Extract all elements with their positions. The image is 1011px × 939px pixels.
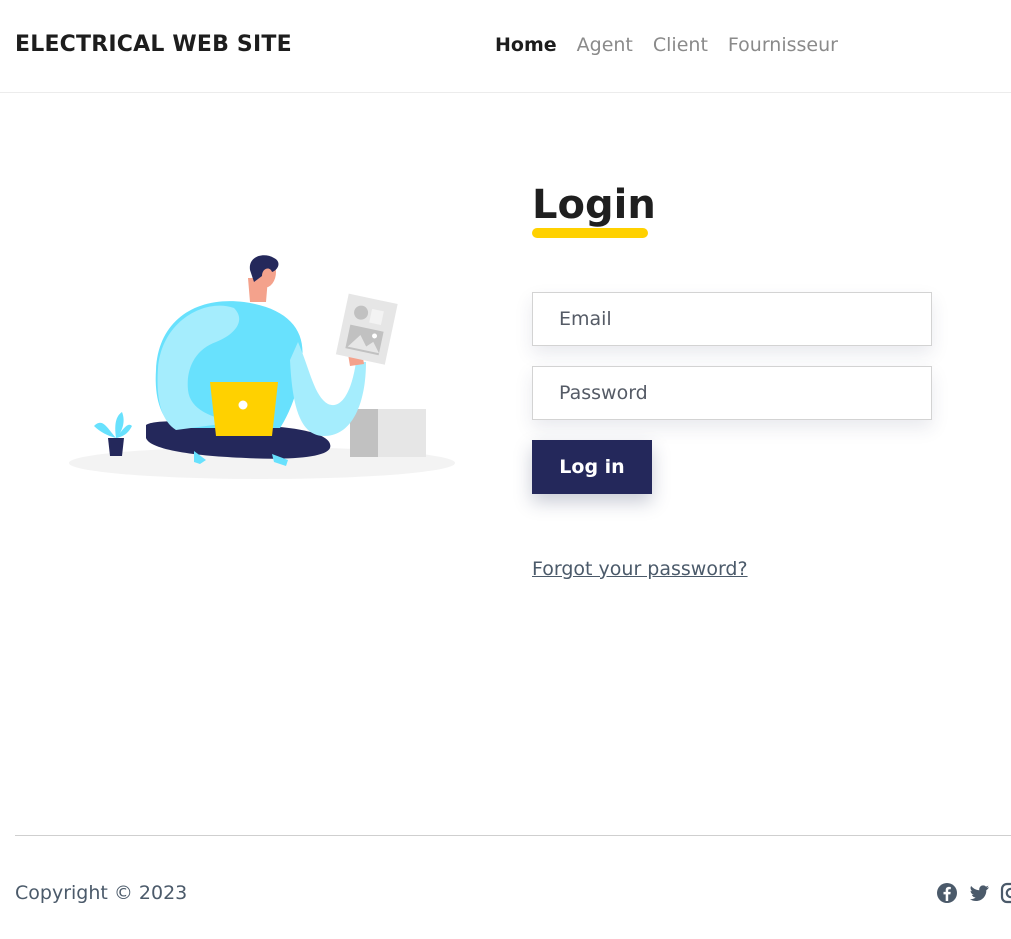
login-button[interactable]: Log in (532, 440, 652, 494)
person-with-laptop-illustration (66, 250, 458, 485)
social-links (936, 882, 1011, 904)
site-brand[interactable]: ELECTRICAL WEB SITE (15, 32, 292, 57)
twitter-icon[interactable] (968, 882, 990, 904)
title-underline-accent (532, 228, 648, 238)
nav-agent[interactable]: Agent (577, 34, 633, 56)
copyright-text: Copyright © 2023 (15, 882, 188, 904)
forgot-password-link[interactable]: Forgot your password? (532, 558, 748, 580)
instagram-icon[interactable] (1000, 882, 1011, 904)
nav-home[interactable]: Home (495, 34, 557, 56)
footer-divider (15, 835, 1011, 836)
login-title: Login (532, 182, 656, 228)
password-input[interactable] (532, 366, 932, 420)
main-nav: Home Agent Client Fournisseur (495, 34, 838, 56)
nav-client[interactable]: Client (653, 34, 708, 56)
site-header: ELECTRICAL WEB SITE Home Agent Client Fo… (0, 0, 1011, 93)
email-input[interactable] (532, 292, 932, 346)
facebook-icon[interactable] (936, 882, 958, 904)
nav-fournisseur[interactable]: Fournisseur (728, 34, 838, 56)
